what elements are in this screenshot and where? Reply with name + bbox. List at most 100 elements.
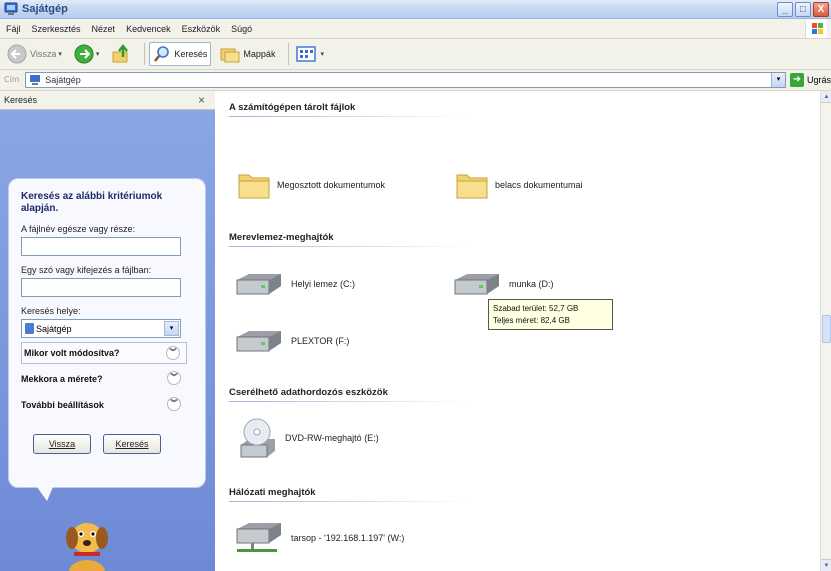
address-value: Sajátgép [45,75,81,85]
option-label: További beállítások [21,400,104,410]
drive-label: DVD-RW-meghajtó (E:) [285,433,379,443]
address-label-icon: Cím [4,73,25,87]
network-drive-icon [236,523,281,552]
folders-label: Mappák [243,49,276,59]
hard-drive-icon [236,274,281,295]
hard-drive-icon [236,331,281,352]
run-search-button[interactable]: Keresés [103,434,161,454]
scroll-thumb[interactable] [822,315,831,343]
section-network-drives: Hálózati meghajtók [229,487,316,498]
scroll-down-icon[interactable]: ▼ [821,559,831,571]
section-divider [229,246,469,247]
search-button[interactable]: Keresés [149,42,212,66]
vertical-scrollbar[interactable]: ▲ ▼ [820,91,831,571]
go-label: Ugrás [806,75,831,85]
toolbar-separator [144,43,146,65]
up-folder-icon [112,44,129,63]
menu-edit[interactable]: Szerkesztés [32,24,81,34]
folder-user-documents[interactable]: belacs dokumentumai [455,169,583,201]
folders-button[interactable]: Mappák [217,42,278,66]
menu-help[interactable]: Súgó [231,24,252,34]
search-pane: Keresés × Keresés az alábbi kritériumok … [0,91,215,571]
windows-logo-icon [805,20,827,38]
section-divider [229,116,469,117]
go-arrow-icon: ➜ [789,73,804,87]
chevron-down-icon[interactable]: ▾ [770,73,785,87]
location-select[interactable]: Sajátgép ▾ [21,319,181,338]
back-label: Vissza [30,49,57,59]
section-divider [229,501,469,502]
balloon-tail [37,487,53,501]
address-bar: Cím Sajátgép ▾ ➜ Ugrás [0,70,831,91]
search-button-row: Vissza Keresés [33,434,195,454]
network-drive-w[interactable]: tarsop - '192.168.1.197' (W:) [233,521,404,555]
chevron-down-icon[interactable]: ▾ [58,50,62,58]
views-icon [296,46,317,62]
chevron-down-icon[interactable]: ▾ [96,50,100,58]
folders-icon [220,48,240,63]
go-button[interactable]: ➜ Ugrás [789,73,831,87]
drive-label: PLEXTOR (F:) [291,336,350,346]
menu-favorites[interactable]: Kedvencek [126,24,171,34]
drive-tooltip: Szabad terület: 52,7 GB Teljes méret: 82… [488,299,613,330]
section-divider [229,401,469,402]
search-heading: Keresés az alábbi kritériumok alapján. [21,191,163,214]
chevron-down-icon[interactable]: ▾ [320,50,324,58]
drive-f[interactable]: PLEXTOR (F:) [233,329,349,353]
menu-file[interactable]: Fájl [6,24,21,34]
svg-text:Cím: Cím [4,75,20,84]
filename-input[interactable] [21,237,181,256]
menu-tools[interactable]: Eszközök [182,24,221,34]
search-icon [154,46,170,62]
views-button[interactable]: ▾ [293,42,327,66]
forward-button[interactable]: ▾ [71,42,103,66]
drive-d[interactable]: munka (D:) [451,272,554,296]
close-icon[interactable]: × [198,93,205,107]
option-more[interactable]: További beállítások ︾ [21,394,187,416]
folder-shared-documents[interactable]: Megosztott dokumentumok [237,169,385,201]
computer-icon [30,75,41,85]
chevron-down-icon[interactable]: ︾ [167,397,181,411]
search-label: Keresés [174,49,208,59]
drive-e-dvd[interactable]: DVD-RW-meghajtó (E:) [239,417,379,459]
folder-icon [238,174,270,199]
filename-label: A fájlnév egésze vagy része: [21,224,136,234]
chevron-down-icon[interactable]: ︾ [166,346,180,360]
back-arrow-icon [7,44,27,64]
option-size[interactable]: Mekkora a mérete? ︾ [21,368,187,390]
minimize-button[interactable]: _ [777,2,793,17]
main-content: A számítógépen tárolt fájlok Megosztott … [215,91,820,571]
scroll-up-icon[interactable]: ▲ [821,91,831,103]
dvd-drive-icon [240,418,275,458]
window-title: Sajátgép [22,3,68,15]
computer-icon [25,323,34,334]
chevron-down-icon[interactable]: ︾ [167,371,181,385]
up-folder-button[interactable] [108,42,134,66]
search-pane-title: Keresés [4,95,38,105]
search-pane-body: Keresés az alábbi kritériumok alapján. A… [0,110,215,571]
option-label: Mikor volt módosítva? [24,348,120,358]
phrase-label: Egy szó vagy kifejezés a fájlban: [21,265,152,275]
section-stored-files: A számítógépen tárolt fájlok [229,102,356,113]
menu-view[interactable]: Nézet [92,24,116,34]
address-input[interactable]: Sajátgép ▾ [25,72,786,88]
menu-bar: Fájl Szerkesztés Nézet Kedvencek Eszközö… [0,19,831,39]
drive-label: tarsop - '192.168.1.197' (W:) [291,533,405,543]
drive-c[interactable]: Helyi lemez (C:) [233,272,355,296]
search-dog-icon[interactable] [60,512,114,571]
option-modified-date[interactable]: Mikor volt módosítva? ︾ [21,342,187,364]
search-balloon: Keresés az alábbi kritériumok alapján. A… [8,178,206,501]
section-removable: Cserélhető adathordozós eszközök [229,387,388,398]
toolbar-separator [288,43,290,65]
close-button[interactable]: X [813,2,829,17]
back-search-button[interactable]: Vissza [33,434,91,454]
chevron-down-icon[interactable]: ▾ [164,321,179,336]
search-pane-header: Keresés × [0,91,215,110]
drive-label: munka (D:) [509,279,554,289]
back-button[interactable]: Vissza ▾ [4,42,65,66]
phrase-input[interactable] [21,278,181,297]
computer-icon [4,2,18,15]
option-label: Mekkora a mérete? [21,374,103,384]
hard-drive-icon [454,274,499,295]
maximize-button[interactable]: □ [795,2,811,17]
